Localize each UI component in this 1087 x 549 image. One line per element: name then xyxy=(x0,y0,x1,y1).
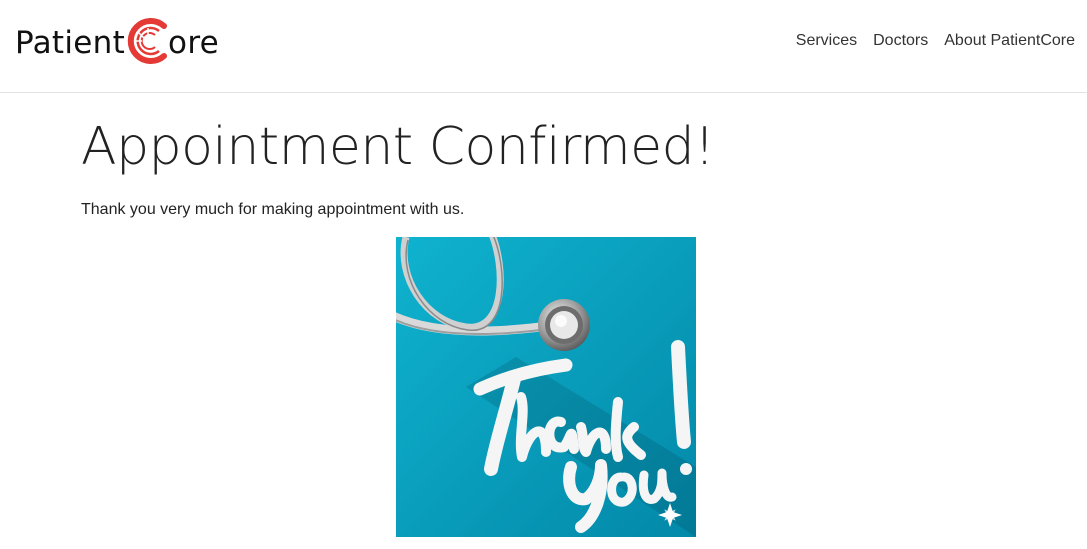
confirmation-message: Thank you very much for making appointme… xyxy=(81,201,465,218)
nav-item-about[interactable]: About PatientCore xyxy=(944,32,1075,50)
main-nav: Services Doctors About PatientCore xyxy=(796,32,1075,50)
thank-you-image xyxy=(386,230,696,537)
navbar: Patient ore Services Doctors About Patie… xyxy=(0,0,1087,93)
brand-name-part2: ore xyxy=(168,25,220,61)
nav-item-services[interactable]: Services xyxy=(796,32,857,50)
brand-logo[interactable]: Patient ore xyxy=(15,18,219,68)
logo-c-icon xyxy=(126,16,170,66)
nav-item-doctors[interactable]: Doctors xyxy=(873,32,928,50)
page-title: Appointment Confirmed! xyxy=(81,117,715,177)
brand-name-part1: Patient xyxy=(15,25,126,61)
